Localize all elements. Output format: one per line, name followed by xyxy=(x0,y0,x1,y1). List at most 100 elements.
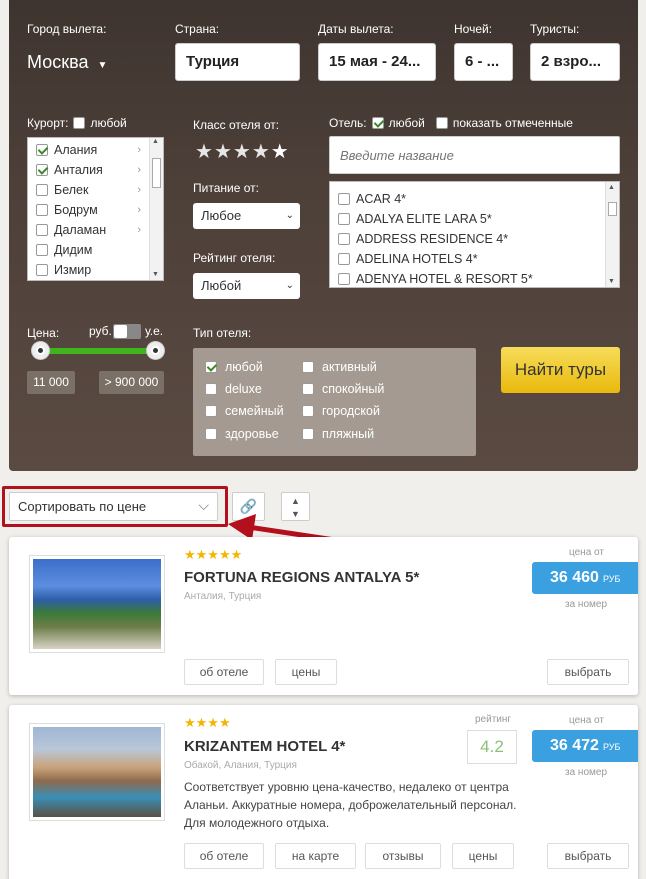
price-slider-track[interactable] xyxy=(39,348,157,354)
toggle-knob[interactable] xyxy=(114,325,127,338)
hotel-search-input[interactable] xyxy=(329,136,620,174)
checkbox[interactable] xyxy=(205,361,217,373)
hotel-name[interactable]: FORTUNA REGIONS ANTALYA 5* xyxy=(184,569,419,586)
list-item[interactable]: ADELINA HOTELS 4* xyxy=(330,249,619,269)
show-marked-checkbox[interactable] xyxy=(435,117,448,129)
dates-field[interactable]: 15 мая - 24... xyxy=(318,43,436,81)
hotel-photo[interactable] xyxy=(29,555,165,653)
hotel-type-option[interactable]: городской xyxy=(302,404,380,418)
list-item[interactable]: ADDRESS RESIDENCE 4* xyxy=(330,229,619,249)
hotel-list[interactable]: ACAR 4* ADALYA ELITE LARA 5* ADDRESS RES… xyxy=(329,181,620,288)
scroll-thumb[interactable] xyxy=(152,158,161,188)
list-item[interactable]: Бодрум › xyxy=(28,200,163,220)
star-icon[interactable]: ★ xyxy=(195,141,214,163)
nights-label: Ночей: xyxy=(454,22,493,36)
checkbox[interactable] xyxy=(338,273,350,285)
scrollbar[interactable]: ▲ ▼ xyxy=(149,138,163,280)
currency-toggle[interactable] xyxy=(113,324,141,339)
list-item[interactable]: Измир xyxy=(28,260,163,280)
checkbox[interactable] xyxy=(36,244,48,256)
checkbox[interactable] xyxy=(302,383,314,395)
hotel-type-option[interactable]: любой xyxy=(205,360,263,374)
food-select[interactable]: Любое ⌄ xyxy=(193,203,300,229)
hotel-photo[interactable] xyxy=(29,723,165,821)
about-hotel-button[interactable]: об отеле xyxy=(184,843,264,869)
checkbox[interactable] xyxy=(205,405,217,417)
star-icon[interactable]: ★ xyxy=(233,141,252,163)
country-label: Страна: xyxy=(175,22,220,36)
checkbox[interactable] xyxy=(302,361,314,373)
list-item[interactable]: ADALYA ELITE LARA 5* xyxy=(330,209,619,229)
checkbox[interactable] xyxy=(36,264,48,276)
checkbox[interactable] xyxy=(205,383,217,395)
tourists-field[interactable]: 2 взро... xyxy=(530,43,620,81)
on-map-button[interactable]: на карте xyxy=(275,843,356,869)
hotel-name: ADDRESS RESIDENCE 4* xyxy=(356,232,509,246)
find-tours-button[interactable]: Найти туры xyxy=(501,347,620,393)
country-field[interactable]: Турция xyxy=(175,43,300,81)
hotel-type-option[interactable]: deluxe xyxy=(205,382,262,396)
list-item[interactable]: Даламан › xyxy=(28,220,163,240)
checkbox[interactable] xyxy=(36,204,48,216)
checkbox[interactable] xyxy=(36,144,48,156)
checkbox[interactable] xyxy=(36,184,48,196)
star-icon[interactable]: ★ xyxy=(252,141,271,163)
hotel-type-option[interactable]: пляжный xyxy=(302,427,374,441)
price-value: 36 460 xyxy=(550,569,599,586)
hotel-class-stars[interactable]: ★★★★★ xyxy=(195,139,290,164)
hotel-type-option[interactable]: спокойный xyxy=(302,382,384,396)
hotel-type-option[interactable]: активный xyxy=(302,360,377,374)
hotel-type-text: активный xyxy=(322,360,377,374)
price-min-field[interactable]: 11 000 xyxy=(27,371,75,394)
list-item[interactable]: Дидим xyxy=(28,240,163,260)
scroll-thumb[interactable] xyxy=(608,202,617,216)
rating-select[interactable]: Любой ⌄ xyxy=(193,273,300,299)
list-item[interactable]: ADENYA HOTEL & RESORT 5* xyxy=(330,269,619,287)
reviews-button[interactable]: отзывы xyxy=(365,843,441,869)
price-badge[interactable]: 36 472 РУБ xyxy=(532,730,638,762)
hotel-name: ADENYA HOTEL & RESORT 5* xyxy=(356,272,533,286)
hotel-any-checkbox[interactable] xyxy=(371,117,384,129)
checkbox[interactable] xyxy=(36,224,48,236)
hotel-type-option[interactable]: здоровье xyxy=(205,427,279,441)
prices-button[interactable]: цены xyxy=(275,659,337,685)
list-item[interactable]: Белек › xyxy=(28,180,163,200)
checkbox[interactable] xyxy=(338,233,350,245)
checkbox[interactable] xyxy=(205,428,217,440)
select-button[interactable]: выбрать xyxy=(547,843,629,869)
city-select[interactable]: Москва ▼ xyxy=(27,52,107,73)
about-hotel-button[interactable]: об отеле xyxy=(184,659,264,685)
star-icon[interactable]: ★ xyxy=(271,141,290,163)
price-slider-max-handle[interactable] xyxy=(147,342,164,359)
select-button[interactable]: выбрать xyxy=(547,659,629,685)
checkbox[interactable] xyxy=(338,213,350,225)
hotel-name: ADELINA HOTELS 4* xyxy=(356,252,478,266)
price-slider-min-handle[interactable] xyxy=(32,342,49,359)
price-max-field[interactable]: > 900 000 xyxy=(99,371,164,394)
scrollbar[interactable]: ▲ ▼ xyxy=(605,182,619,287)
checkbox[interactable] xyxy=(338,253,350,265)
checkbox[interactable] xyxy=(338,193,350,205)
hotel-type-option[interactable]: семейный xyxy=(205,404,284,418)
scroll-down-icon: ▼ xyxy=(608,278,615,285)
nights-field[interactable]: 6 - ... xyxy=(454,43,513,81)
hotel-stars: ★★★★★ xyxy=(184,547,242,563)
resort-name: Даламан xyxy=(54,223,107,237)
list-item[interactable]: Анталия › xyxy=(28,160,163,180)
checkbox[interactable] xyxy=(302,405,314,417)
checkbox[interactable] xyxy=(36,164,48,176)
list-item[interactable]: ACAR 4* xyxy=(330,189,619,209)
star-icon[interactable]: ★ xyxy=(214,141,233,163)
checkbox[interactable] xyxy=(302,428,314,440)
hotel-name[interactable]: KRIZANTEM HOTEL 4* xyxy=(184,738,345,755)
scroll-up-icon: ▲ xyxy=(152,138,159,145)
price-badge[interactable]: 36 460 РУБ xyxy=(532,562,638,594)
sort-select[interactable]: Сортировать по цене ⌵ xyxy=(9,492,218,521)
resort-any-checkbox[interactable] xyxy=(73,117,86,129)
hotel-type-text: здоровье xyxy=(225,427,279,441)
prices-button[interactable]: цены xyxy=(452,843,514,869)
resort-list[interactable]: Алания › Анталия › Белек › Бодрум › Даламан ›… xyxy=(27,137,164,281)
hotel-location: Анталия, Турция xyxy=(184,591,262,602)
list-item[interactable]: Алания › xyxy=(28,140,163,160)
chevron-right-icon: › xyxy=(137,164,141,176)
